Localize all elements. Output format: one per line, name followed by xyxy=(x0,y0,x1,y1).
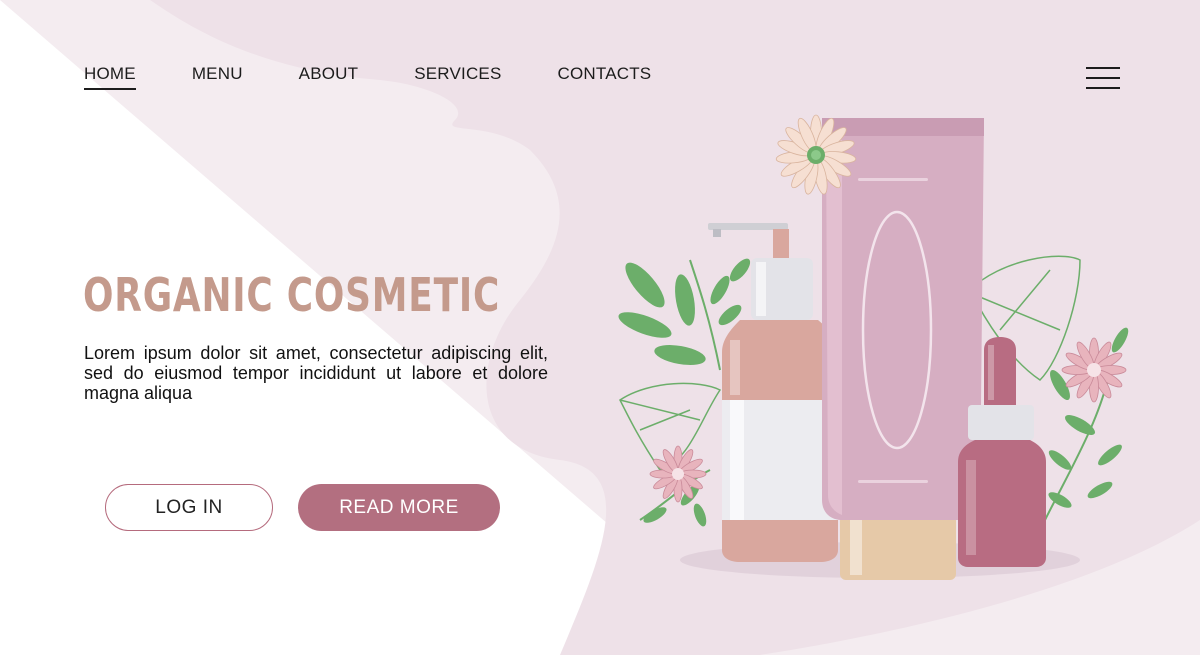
nav-services[interactable]: SERVICES xyxy=(414,64,501,90)
nav-menu[interactable]: MENU xyxy=(192,64,243,90)
nav-home[interactable]: HOME xyxy=(84,64,136,90)
nav-about[interactable]: ABOUT xyxy=(299,64,359,90)
read-more-button[interactable]: READ MORE xyxy=(298,484,500,531)
pump-bottle xyxy=(708,223,838,562)
cosmetics-illustration xyxy=(618,114,1129,580)
main-navigation: HOME MENU ABOUT SERVICES CONTACTS xyxy=(84,64,707,90)
hero-description: Lorem ipsum dolor sit amet, consectetur … xyxy=(84,343,548,403)
login-button[interactable]: LOG IN xyxy=(105,484,273,531)
flower-icon xyxy=(649,445,707,503)
hero-title: ORGANIC COSMETIC xyxy=(83,268,501,322)
nav-contacts[interactable]: CONTACTS xyxy=(558,64,652,90)
hamburger-menu-icon[interactable] xyxy=(1086,67,1120,89)
